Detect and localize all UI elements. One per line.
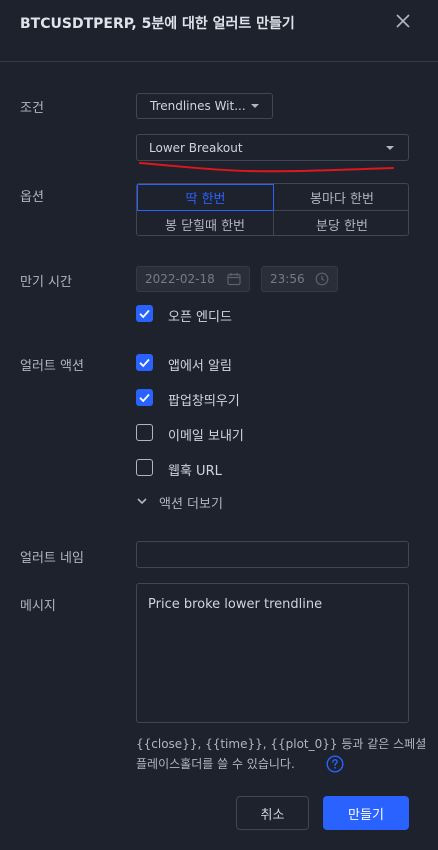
chevron-down-icon <box>386 146 394 150</box>
alert-name-input[interactable] <box>136 541 409 568</box>
calendar-icon <box>227 273 241 286</box>
condition-label: 조건 <box>20 101 44 116</box>
create-button[interactable]: 만들기 <box>323 796 409 830</box>
expiration-time-value: 23:56 <box>270 272 305 286</box>
condition-type-value: Lower Breakout <box>149 141 243 155</box>
chevron-down-icon <box>137 498 147 505</box>
placeholder-hint-line2: 플레이스홀더를 쓸 수 있습니다. <box>136 757 295 771</box>
dialog-title: BTCUSDTPERP, 5분에 대한 얼러트 만들기 <box>20 16 295 32</box>
condition-source-value: Trendlines Wit... <box>150 99 246 113</box>
close-icon[interactable] <box>394 12 412 30</box>
email-checkbox[interactable] <box>136 424 153 441</box>
option-once-per-minute[interactable]: 분당 한번 <box>274 211 408 235</box>
option-once[interactable]: 딱 한번 <box>137 184 274 211</box>
chevron-down-icon <box>251 104 259 108</box>
help-icon[interactable] <box>326 755 344 773</box>
checkmark-icon <box>139 358 150 368</box>
message-label: 메시지 <box>20 599 56 614</box>
alert-actions-label: 얼러트 액션 <box>20 359 84 374</box>
option-once-per-bar-close[interactable]: 봉 닫힐때 한번 <box>137 211 273 235</box>
more-actions-label: 액션 더보기 <box>159 497 223 512</box>
expiration-time-field: 23:56 <box>261 266 338 292</box>
checkmark-icon <box>139 309 150 319</box>
app-notification-label: 앱에서 알림 <box>168 359 232 374</box>
message-value: Price broke lower trendline <box>148 597 323 612</box>
option-once-per-bar[interactable]: 봉마다 한번 <box>274 184 408 210</box>
red-annotation-underline <box>139 162 394 173</box>
options-label: 옵션 <box>20 190 44 205</box>
webhook-label: 웹훅 URL <box>168 464 222 479</box>
popup-label: 팝업창띄우기 <box>168 394 240 409</box>
app-notification-checkbox[interactable] <box>136 354 153 371</box>
options-segmented-control: 딱 한번 봉마다 한번 봉 닫힐때 한번 분당 한번 <box>136 183 409 236</box>
open-ended-label: 오픈 엔디드 <box>168 310 232 325</box>
more-actions-toggle[interactable]: 액션 더보기 <box>136 492 236 512</box>
email-label: 이메일 보내기 <box>168 429 244 444</box>
alert-name-label: 얼러트 네임 <box>20 551 84 566</box>
popup-checkbox[interactable] <box>136 389 153 406</box>
placeholder-hint-line1: {{close}}, {{time}}, {{plot_0}} 등과 같은 스페… <box>136 737 427 751</box>
expiration-date-field: 2022-02-18 <box>136 266 250 292</box>
expiration-label: 만기 시간 <box>20 275 72 290</box>
checkmark-icon <box>139 393 150 403</box>
condition-source-dropdown[interactable]: Trendlines Wit... <box>136 93 273 119</box>
webhook-checkbox[interactable] <box>136 459 153 476</box>
clock-icon <box>315 272 329 286</box>
open-ended-checkbox[interactable] <box>136 305 153 322</box>
cancel-button[interactable]: 취소 <box>236 796 309 830</box>
condition-type-dropdown[interactable]: Lower Breakout <box>136 134 409 161</box>
expiration-date-value: 2022-02-18 <box>145 272 215 286</box>
dialog-header: BTCUSDTPERP, 5분에 대한 얼러트 만들기 <box>0 0 438 62</box>
